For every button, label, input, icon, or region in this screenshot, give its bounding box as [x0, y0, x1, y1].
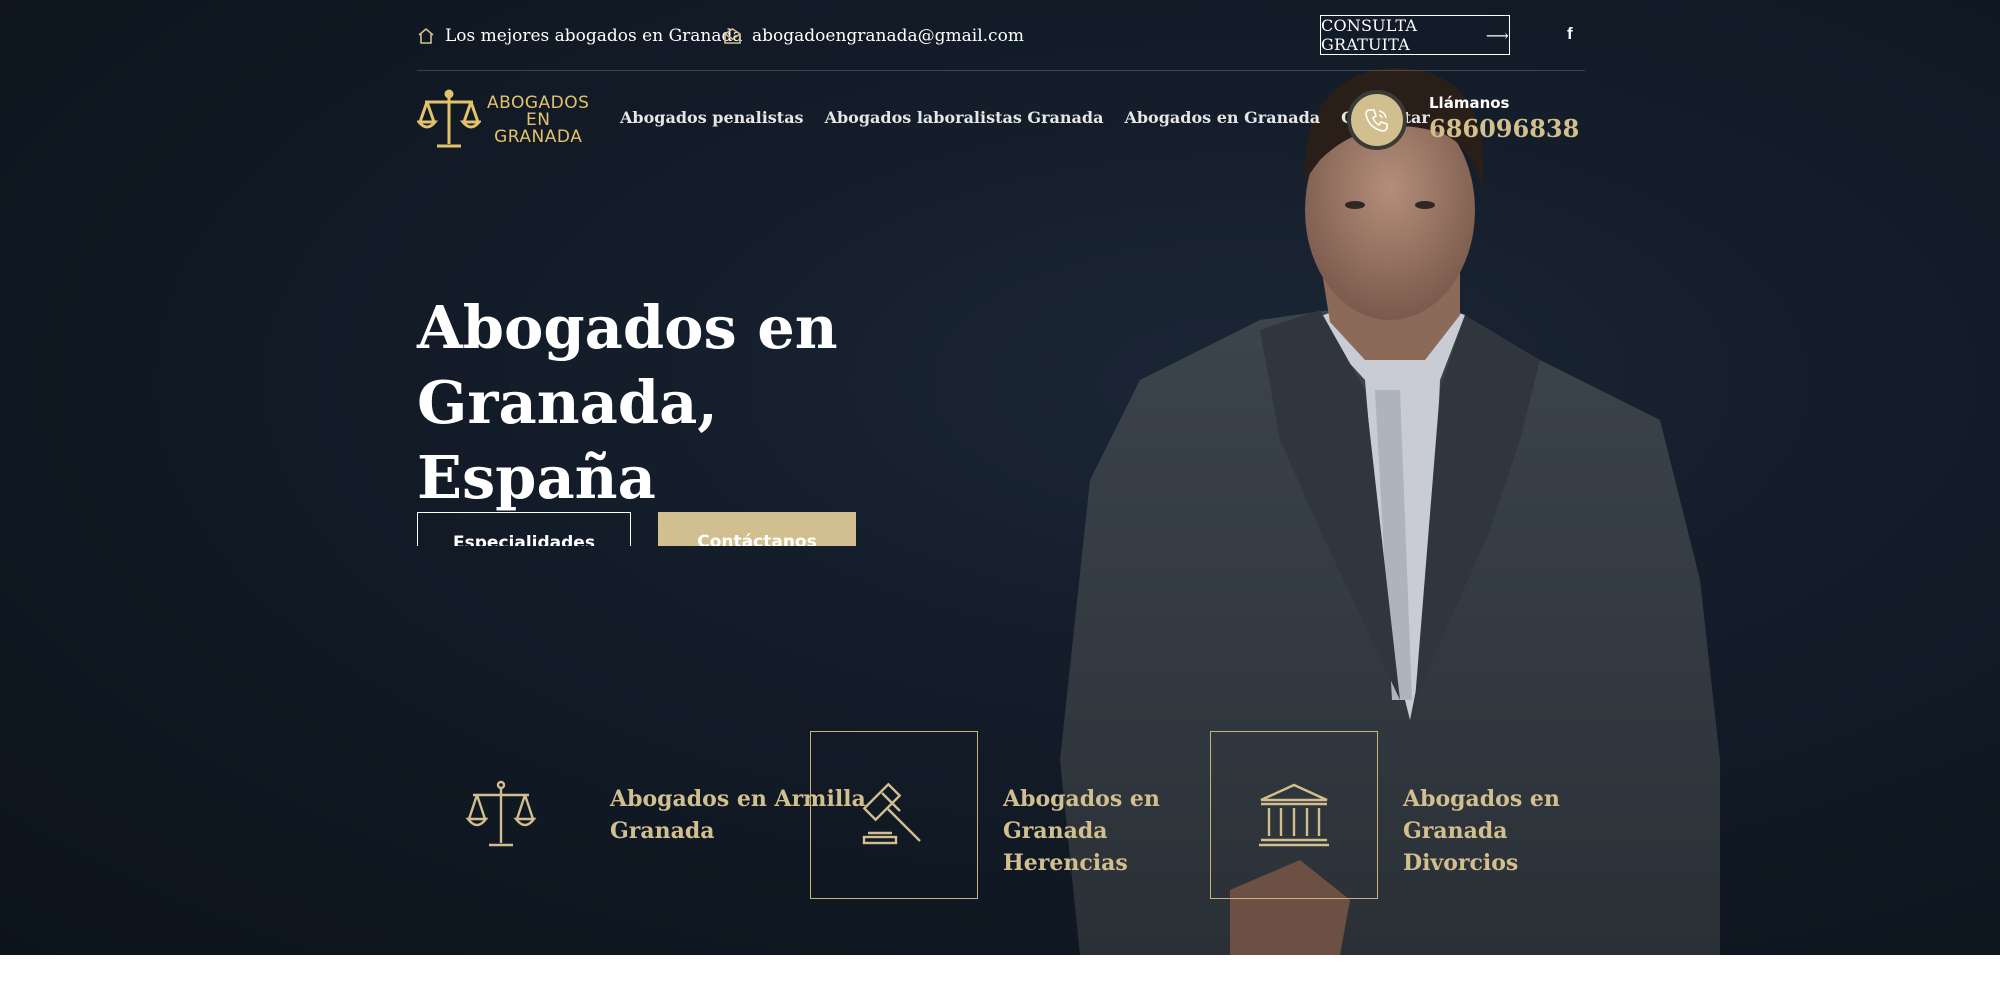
- gavel-icon: [862, 782, 921, 845]
- site-logo[interactable]: ABOGADOS EN GRANADA: [417, 88, 602, 152]
- phone-icon: [1365, 109, 1388, 132]
- email-link[interactable]: abogadoengranada@gmail.com: [752, 26, 1024, 46]
- service-title: Abogados en Granada Divorcios: [1403, 783, 1663, 879]
- envelope-icon: [724, 28, 741, 44]
- top-bar: Los mejores abogados en Granada abogadoe…: [417, 0, 1585, 71]
- arrow-right-icon: ⟶: [1485, 25, 1509, 45]
- tagline-item: Los mejores abogados en Granada: [417, 26, 743, 46]
- service-title-line-2: Divorcios: [1403, 850, 1519, 876]
- logo-line-3: GRANADA: [494, 126, 583, 147]
- hero-title: Abogados en Granada, España: [417, 290, 1137, 515]
- logo-line-2: EN: [525, 109, 551, 130]
- free-consultation-button[interactable]: CONSULTA GRATUITA ⟶: [1320, 15, 1510, 55]
- specialties-label: Especialidades: [453, 533, 595, 546]
- logo-text: ABOGADOS EN GRANADA: [487, 92, 590, 147]
- main-nav: Abogados penalistas Abogados laboralista…: [620, 108, 1430, 127]
- hero-title-line-2: España: [417, 443, 656, 512]
- tagline-text: Los mejores abogados en Granada: [445, 26, 743, 46]
- call-label: Llámanos: [1429, 94, 1510, 112]
- courthouse-icon: [1259, 783, 1329, 847]
- service-icon-box: [1210, 731, 1378, 899]
- specialties-button[interactable]: Especialidades: [417, 512, 631, 546]
- hero-section: Los mejores abogados en Granada abogadoe…: [0, 0, 2000, 955]
- service-title-line-1: Abogados en Granada: [1403, 786, 1560, 844]
- nav-item-abogados-granada[interactable]: Abogados en Granada: [1124, 108, 1320, 127]
- service-card-armilla[interactable]: Abogados en Armilla Granada: [417, 731, 866, 899]
- facebook-icon[interactable]: f: [1567, 24, 1573, 44]
- nav-item-penalistas[interactable]: Abogados penalistas: [620, 108, 804, 127]
- service-card-herencias[interactable]: Abogados en Granada Herencias: [810, 731, 1230, 899]
- logo-line-1: ABOGADOS: [487, 92, 590, 113]
- contact-button[interactable]: Contáctanos: [658, 512, 856, 546]
- service-icon-box: [417, 731, 585, 899]
- contact-label: Contáctanos: [697, 532, 817, 546]
- phone-number[interactable]: 686096838: [1429, 114, 1579, 143]
- service-card-divorcios[interactable]: Abogados en Granada Divorcios: [1210, 731, 1610, 899]
- hero-title-line-1: Abogados en Granada,: [417, 293, 838, 437]
- home-icon: [418, 27, 434, 44]
- nav-item-laboralistas[interactable]: Abogados laboralistas Granada: [825, 108, 1104, 127]
- service-icon-box: [810, 731, 978, 899]
- email-item[interactable]: abogadoengranada@gmail.com: [723, 26, 1024, 46]
- scales-icon: [465, 780, 537, 847]
- free-consultation-label: CONSULTA GRATUITA: [1321, 16, 1418, 54]
- phone-button[interactable]: [1347, 90, 1407, 150]
- scales-logo-icon: [417, 89, 481, 148]
- hero-buttons: Especialidades Contáctanos: [417, 512, 1017, 546]
